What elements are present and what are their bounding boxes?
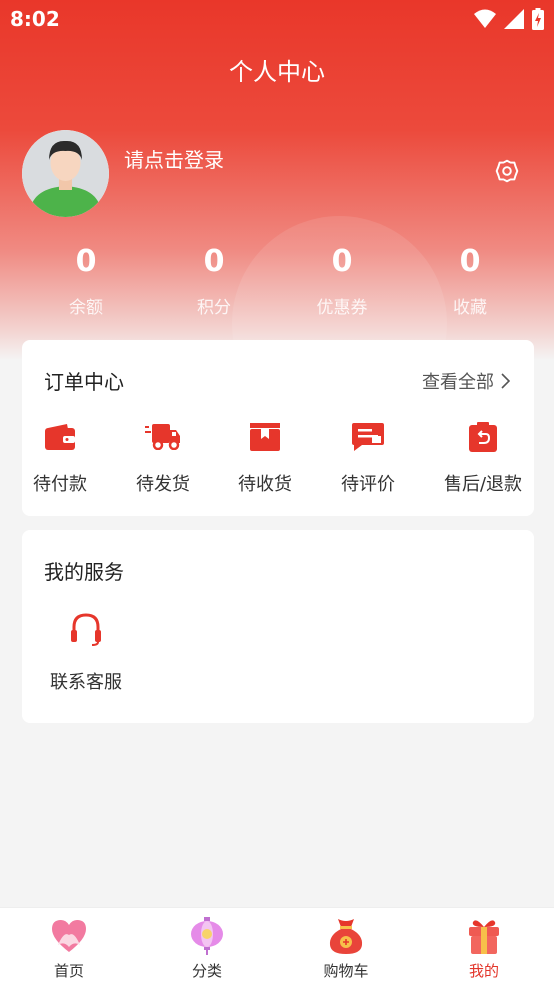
comment-icon <box>352 423 384 451</box>
login-prompt[interactable]: 请点击登录 <box>124 144 224 173</box>
my-services-card: 我的服务 联系客服 <box>22 530 534 723</box>
order-item-label: 待付款 <box>33 474 87 495</box>
tab-home[interactable]: 首页 <box>0 916 138 981</box>
tab-cart[interactable]: 购物车 <box>277 916 415 981</box>
stat-label: 收藏 <box>453 298 487 318</box>
view-all-label: 查看全部 <box>422 372 494 393</box>
truck-icon <box>145 424 180 450</box>
order-pending-payment[interactable]: 待付款 <box>9 420 111 496</box>
status-time: 8:02 <box>10 7 60 31</box>
order-item-label: 待收货 <box>238 474 292 495</box>
stat-value: 0 <box>331 244 353 279</box>
stat-value: 0 <box>203 244 225 279</box>
tab-label: 我的 <box>468 962 499 980</box>
order-status-list: 待付款 待发货 待收货 待评价 售后/退款 <box>22 420 534 500</box>
stat-value: 0 <box>75 244 97 279</box>
status-bar: 8:02 <box>0 0 554 36</box>
tab-category[interactable]: 分类 <box>138 916 276 981</box>
heart-icon <box>52 920 86 952</box>
order-center-card: 订单中心 查看全部 待付款 待发货 待收货 待评价 售后/退款 <box>22 340 534 516</box>
order-item-label: 售后/退款 <box>443 474 523 495</box>
order-to-ship[interactable]: 待发货 <box>112 420 214 496</box>
signal-icon <box>504 9 524 29</box>
wallet-icon <box>45 424 75 450</box>
order-center-title: 订单中心 <box>44 370 124 394</box>
tab-label: 购物车 <box>323 962 369 980</box>
contact-support-button[interactable]: 联系客服 <box>44 612 128 694</box>
stat-favorites[interactable]: 0 收藏 <box>406 243 534 318</box>
gift-icon <box>469 920 499 954</box>
bottom-tab-bar: 首页 分类 购物车 我的 <box>0 907 554 985</box>
stat-label: 积分 <box>197 298 231 318</box>
stat-points[interactable]: 0 积分 <box>150 243 278 318</box>
status-icons <box>474 8 544 30</box>
default-avatar-icon <box>22 130 109 217</box>
chevron-right-icon <box>501 373 510 389</box>
view-all-orders-link[interactable]: 查看全部 <box>422 368 510 394</box>
gear-icon <box>495 159 519 183</box>
tab-mine[interactable]: 我的 <box>415 916 553 981</box>
order-to-review[interactable]: 待评价 <box>317 420 419 496</box>
wifi-icon <box>474 9 496 28</box>
tab-label: 分类 <box>191 962 222 980</box>
avatar[interactable] <box>22 130 109 217</box>
battery-charging-icon <box>532 8 544 30</box>
page-title: 个人中心 <box>229 58 325 86</box>
tab-label: 首页 <box>53 962 84 980</box>
lantern-icon <box>191 917 223 955</box>
package-icon <box>250 423 280 451</box>
stat-coupons[interactable]: 0 优惠券 <box>278 243 406 318</box>
settings-button[interactable] <box>494 158 520 184</box>
money-bag-icon <box>329 919 363 954</box>
order-item-label: 待评价 <box>341 474 395 495</box>
headset-icon <box>71 613 101 646</box>
refund-icon <box>469 422 497 452</box>
stat-value: 0 <box>459 244 481 279</box>
stat-label: 优惠券 <box>316 298 368 318</box>
my-services-title: 我的服务 <box>44 560 124 584</box>
stat-label: 余额 <box>69 298 103 318</box>
order-after-sales[interactable]: 售后/退款 <box>432 420 534 496</box>
account-stats: 0 余额 0 积分 0 优惠券 0 收藏 <box>22 243 534 323</box>
stat-balance[interactable]: 0 余额 <box>22 243 150 318</box>
service-label: 联系客服 <box>50 672 122 693</box>
order-to-receive[interactable]: 待收货 <box>214 420 316 496</box>
order-item-label: 待发货 <box>136 474 190 495</box>
